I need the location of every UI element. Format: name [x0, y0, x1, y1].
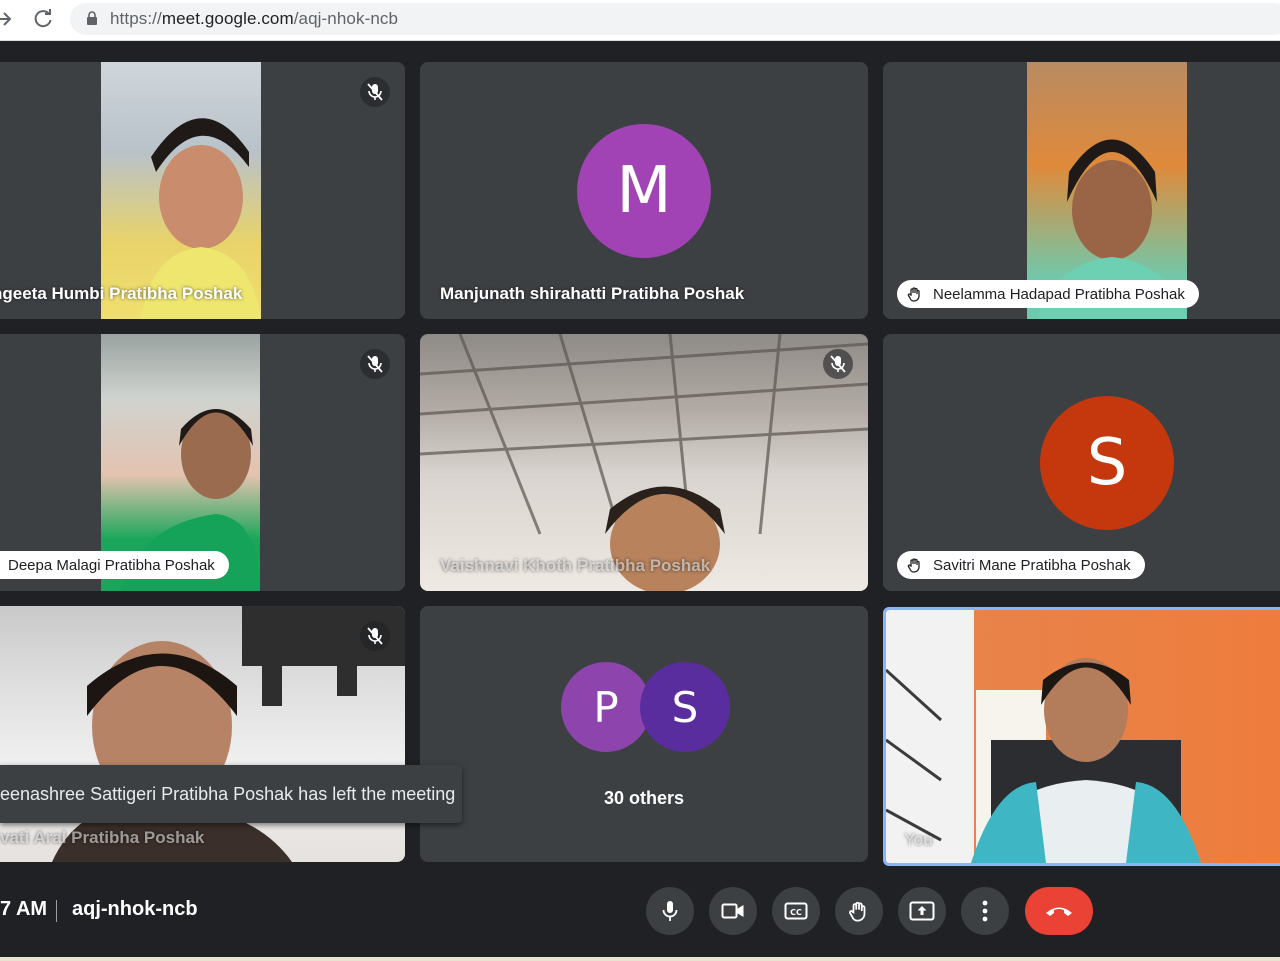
- participant-name: Vaishnavi Khoth Pratibha Poshak: [440, 556, 711, 575]
- participant-tile[interactable]: ngeeta Humbi Pratibha Poshak: [0, 62, 405, 319]
- camera-button[interactable]: [709, 887, 757, 935]
- notification-toast: eenashree Sattigeri Pratibha Poshak has …: [0, 765, 462, 823]
- more-options-icon: [982, 900, 988, 922]
- avatar: M: [577, 124, 711, 258]
- url-prefix: https://: [110, 9, 162, 28]
- participant-name: Manjunath shirahatti Pratibha Poshak: [440, 284, 745, 303]
- participant-tile[interactable]: S Savitri Mane Pratibha Poshak: [883, 334, 1280, 591]
- others-count: 30 others: [603, 788, 685, 808]
- participant-tile[interactable]: Vaishnavi Khoth Pratibha Poshak: [420, 334, 868, 591]
- captions-button[interactable]: CC: [772, 887, 820, 935]
- participant-name: Neelamma Hadapad Pratibha Poshak: [933, 285, 1185, 303]
- participant-tile[interactable]: Deepa Malagi Pratibha Poshak: [0, 334, 405, 591]
- bottom-strip: [0, 957, 1280, 961]
- participant-video: [420, 334, 868, 591]
- raise-hand-button[interactable]: [835, 887, 883, 935]
- present-icon: [909, 901, 935, 921]
- captions-icon: CC: [784, 902, 808, 920]
- participant-name: Savitri Mane Pratibha Poshak: [933, 556, 1131, 574]
- raised-hand-icon: [907, 558, 920, 573]
- meeting-time: 7 AM: [0, 898, 48, 920]
- participant-video: [101, 62, 261, 319]
- participant-tile[interactable]: vati Aral Pratibha Poshak: [0, 606, 405, 862]
- participant-name-badge: Deepa Malagi Pratibha Poshak: [0, 551, 229, 579]
- reload-icon[interactable]: [32, 8, 54, 30]
- muted-mic-icon: [360, 77, 390, 107]
- mic-button[interactable]: [646, 887, 694, 935]
- forward-icon[interactable]: [0, 7, 18, 31]
- url-host: meet.google.com: [161, 9, 294, 28]
- participant-tile[interactable]: Neelamma Hadapad Pratibha Poshak: [883, 62, 1280, 319]
- muted-mic-icon: [360, 621, 390, 651]
- participant-name: Deepa Malagi Pratibha Poshak: [8, 556, 215, 574]
- more-options-button[interactable]: [961, 887, 1009, 935]
- participant-name: vati Aral Pratibha Poshak: [0, 828, 205, 847]
- leave-call-button[interactable]: [1025, 887, 1093, 935]
- muted-mic-icon: [823, 349, 853, 379]
- raised-hand-badge: Savitri Mane Pratibha Poshak: [897, 551, 1145, 579]
- toast-text: eenashree Sattigeri Pratibha Poshak has …: [0, 784, 456, 804]
- avatar: P: [561, 662, 651, 752]
- avatar: S: [1040, 396, 1174, 530]
- participant-tile[interactable]: M Manjunath shirahatti Pratibha Poshak: [420, 62, 868, 319]
- mic-icon: [662, 901, 678, 921]
- self-tile[interactable]: You: [883, 607, 1280, 866]
- url-path: /aqj-nhok-ncb: [293, 9, 399, 28]
- raise-hand-icon: [849, 901, 866, 922]
- participant-name: ngeeta Humbi Pratibha Poshak: [0, 284, 243, 303]
- lock-icon: [86, 11, 98, 25]
- url-text[interactable]: https://meet.google.com/aqj-nhok-ncb: [110, 9, 398, 29]
- others-tile[interactable]: P S 30 others: [420, 606, 868, 862]
- participant-video: [0, 606, 405, 862]
- svg-text:CC: CC: [790, 908, 802, 917]
- divider: [56, 900, 57, 922]
- avatar: S: [640, 662, 730, 752]
- muted-mic-icon: [360, 349, 390, 379]
- raised-hand-icon: [907, 287, 920, 302]
- leave-call-icon: [1046, 907, 1072, 916]
- camera-icon: [721, 903, 744, 919]
- meeting-code: aqj-nhok-ncb: [72, 898, 198, 920]
- raised-hand-badge: Neelamma Hadapad Pratibha Poshak: [897, 280, 1199, 308]
- self-video: [886, 610, 1280, 863]
- browser-toolbar: https://meet.google.com/aqj-nhok-ncb: [0, 0, 1280, 41]
- self-label: You: [904, 830, 933, 849]
- present-button[interactable]: [898, 887, 946, 935]
